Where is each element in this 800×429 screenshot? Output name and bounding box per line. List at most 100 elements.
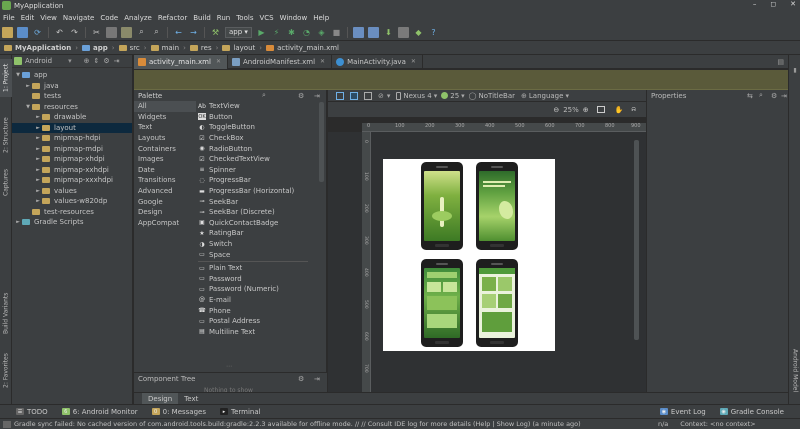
todo-tool-button[interactable]: ☰ TODO [16, 408, 48, 416]
hide-panel-icon[interactable]: ⇥ [314, 92, 320, 100]
hide-panel-icon[interactable]: ⇥ [314, 375, 320, 383]
device-select[interactable]: Nexus 4 [403, 92, 431, 100]
apply-changes-icon[interactable]: ⚡ [271, 27, 282, 38]
tree-node-drawable[interactable]: ► drawable [12, 112, 132, 123]
forward-icon[interactable]: → [188, 27, 199, 38]
widget-phone[interactable]: ☎ Phone [198, 305, 314, 316]
help-icon[interactable]: ? [428, 27, 439, 38]
category-google[interactable]: Google [134, 196, 196, 207]
menu-build[interactable]: Build [190, 14, 214, 22]
category-widgets[interactable]: Widgets [134, 112, 196, 123]
api-level-select[interactable]: 25 [450, 92, 459, 100]
breadcrumb-file[interactable]: activity_main.xml [262, 44, 343, 52]
widget-seekbar-discrete[interactable]: ⊸ SeekBar (Discrete) [198, 207, 314, 218]
design-view-icon[interactable] [336, 91, 344, 100]
tree-node-app[interactable]: ▼ app [12, 70, 132, 81]
widget-space[interactable]: ▭ Space [198, 249, 314, 260]
widget-togglebutton[interactable]: ◐ ToggleButton [198, 122, 314, 133]
tree-node-mipmap-xhdpi[interactable]: ► mipmap-xhdpi [12, 154, 132, 165]
settings-icon[interactable]: ⚙ [103, 57, 109, 65]
category-design[interactable]: Design [134, 207, 196, 218]
close-tab-icon[interactable]: ✕ [320, 58, 325, 65]
sync-files-icon[interactable]: ⊕ [84, 57, 90, 65]
cut-icon[interactable]: ✂ [91, 27, 102, 38]
menu-vcs[interactable]: VCS [256, 14, 276, 22]
widget-switch[interactable]: ◑ Switch [198, 239, 314, 250]
layout-preview[interactable] [383, 159, 555, 351]
profile-icon[interactable]: ◔ [301, 27, 312, 38]
event-log-tool-button[interactable]: ◉ Event Log [659, 408, 706, 416]
close-tab-icon[interactable]: ✕ [411, 58, 416, 65]
view-dropdown-icon[interactable]: ▾ [68, 57, 72, 65]
captures-tool-tab[interactable]: Captures [0, 167, 12, 199]
tree-node-gradle-scripts[interactable]: ► Gradle Scripts [12, 217, 132, 228]
android-device-monitor-icon[interactable] [397, 26, 409, 38]
copy-icon[interactable] [106, 26, 117, 38]
close-tab-icon[interactable]: ✕ [216, 58, 221, 65]
collapse-all-icon[interactable]: ⇕ [93, 57, 99, 65]
both-views-icon[interactable] [364, 91, 372, 100]
status-message[interactable]: Gradle sync failed: No cached version of… [14, 420, 650, 428]
zoom-in-icon[interactable]: ⊕ [583, 106, 589, 114]
project-view-select[interactable]: Android [25, 57, 52, 65]
zoom-to-fit-icon[interactable] [596, 106, 605, 113]
breadcrumb-src[interactable]: src [115, 44, 144, 52]
stop-icon[interactable]: ■ [331, 27, 342, 38]
menu-file[interactable]: File [0, 14, 18, 22]
tree-node-mipmap-hdpi[interactable]: ► mipmap-hdpi [12, 133, 132, 144]
tree-node-resources[interactable]: ▼ resources [12, 102, 132, 113]
widget-radiobutton[interactable]: ◉ RadioButton [198, 143, 314, 154]
minimize-button[interactable]: – [753, 0, 757, 8]
status-toggle-icon[interactable] [3, 420, 11, 428]
search-icon[interactable]: ⌕ [759, 91, 763, 100]
menu-edit[interactable]: Edit [18, 14, 38, 22]
tree-node-values-w820dp[interactable]: ► values-w820dp [12, 196, 132, 207]
widget-spinner[interactable]: ≡ Spinner [198, 165, 314, 176]
tab-text[interactable]: Text [178, 393, 204, 405]
debug-icon[interactable]: ✱ [286, 27, 297, 38]
language-select[interactable]: Language [529, 92, 564, 100]
gradle-tool-tab[interactable]: ▮ [789, 63, 800, 77]
tree-node-mipmap-xxhdpi[interactable]: ► mipmap-xxhdpi [12, 165, 132, 176]
theme-select[interactable]: NoTitleBar [479, 92, 516, 100]
pan-icon[interactable]: ✋ [615, 106, 624, 114]
widget-progressbar[interactable]: ◌ ProgressBar [198, 175, 314, 186]
dropdown-icon[interactable]: ▾ [387, 92, 391, 100]
menu-run[interactable]: Run [214, 14, 233, 22]
hide-panel-icon[interactable]: ⇥ [114, 57, 120, 65]
paste-icon[interactable] [121, 26, 132, 38]
menu-analyze[interactable]: Analyze [121, 14, 155, 22]
menu-tools[interactable]: Tools [233, 14, 256, 22]
tab-design[interactable]: Design [142, 392, 179, 405]
messages-tool-button[interactable]: 0 0: Messages [151, 408, 206, 416]
tab-android-manifest[interactable]: AndroidManifest.xml ✕ [228, 54, 333, 69]
widget-quickcontactbadge[interactable]: ▣ QuickContactBadge [198, 218, 314, 229]
widget-email[interactable]: @ E-mail [198, 295, 314, 306]
swap-view-icon[interactable]: ⇆ [747, 92, 753, 100]
category-text[interactable]: Text [134, 122, 196, 133]
category-transitions[interactable]: Transitions [134, 175, 196, 186]
avd-manager-icon[interactable] [352, 26, 364, 38]
maximize-button[interactable]: ◻ [770, 0, 776, 8]
make-project-icon[interactable]: ⚒ [210, 27, 221, 38]
warnings-icon[interactable]: ⍾ [631, 105, 636, 114]
tree-node-tests[interactable]: tests [12, 91, 132, 102]
orientation-icon[interactable]: ⊘ [378, 92, 384, 100]
redo-icon[interactable]: ↷ [69, 27, 80, 38]
menu-navigate[interactable]: Navigate [60, 14, 97, 22]
menu-window[interactable]: Window [277, 14, 311, 22]
settings-icon[interactable]: ⚙ [298, 92, 304, 100]
back-icon[interactable]: ← [173, 27, 184, 38]
tree-node-test-resources[interactable]: test-resources [12, 207, 132, 218]
open-icon[interactable] [2, 26, 13, 38]
zoom-out-icon[interactable]: ⊖ [553, 106, 559, 114]
resize-handle[interactable]: ⋯ [226, 363, 232, 370]
breadcrumb-res[interactable]: res [186, 44, 216, 52]
blueprint-view-icon[interactable] [350, 91, 358, 100]
gradle-console-tool-button[interactable]: ◉ Gradle Console [719, 408, 784, 416]
breadcrumb-project[interactable]: MyApplication [0, 44, 75, 52]
tree-node-mipmap-xxxhdpi[interactable]: ► mipmap-xxxhdpi [12, 175, 132, 186]
android-monitor-tool-button[interactable]: 6 6: Android Monitor [61, 408, 138, 416]
category-layouts[interactable]: Layouts [134, 133, 196, 144]
category-images[interactable]: Images [134, 154, 196, 165]
